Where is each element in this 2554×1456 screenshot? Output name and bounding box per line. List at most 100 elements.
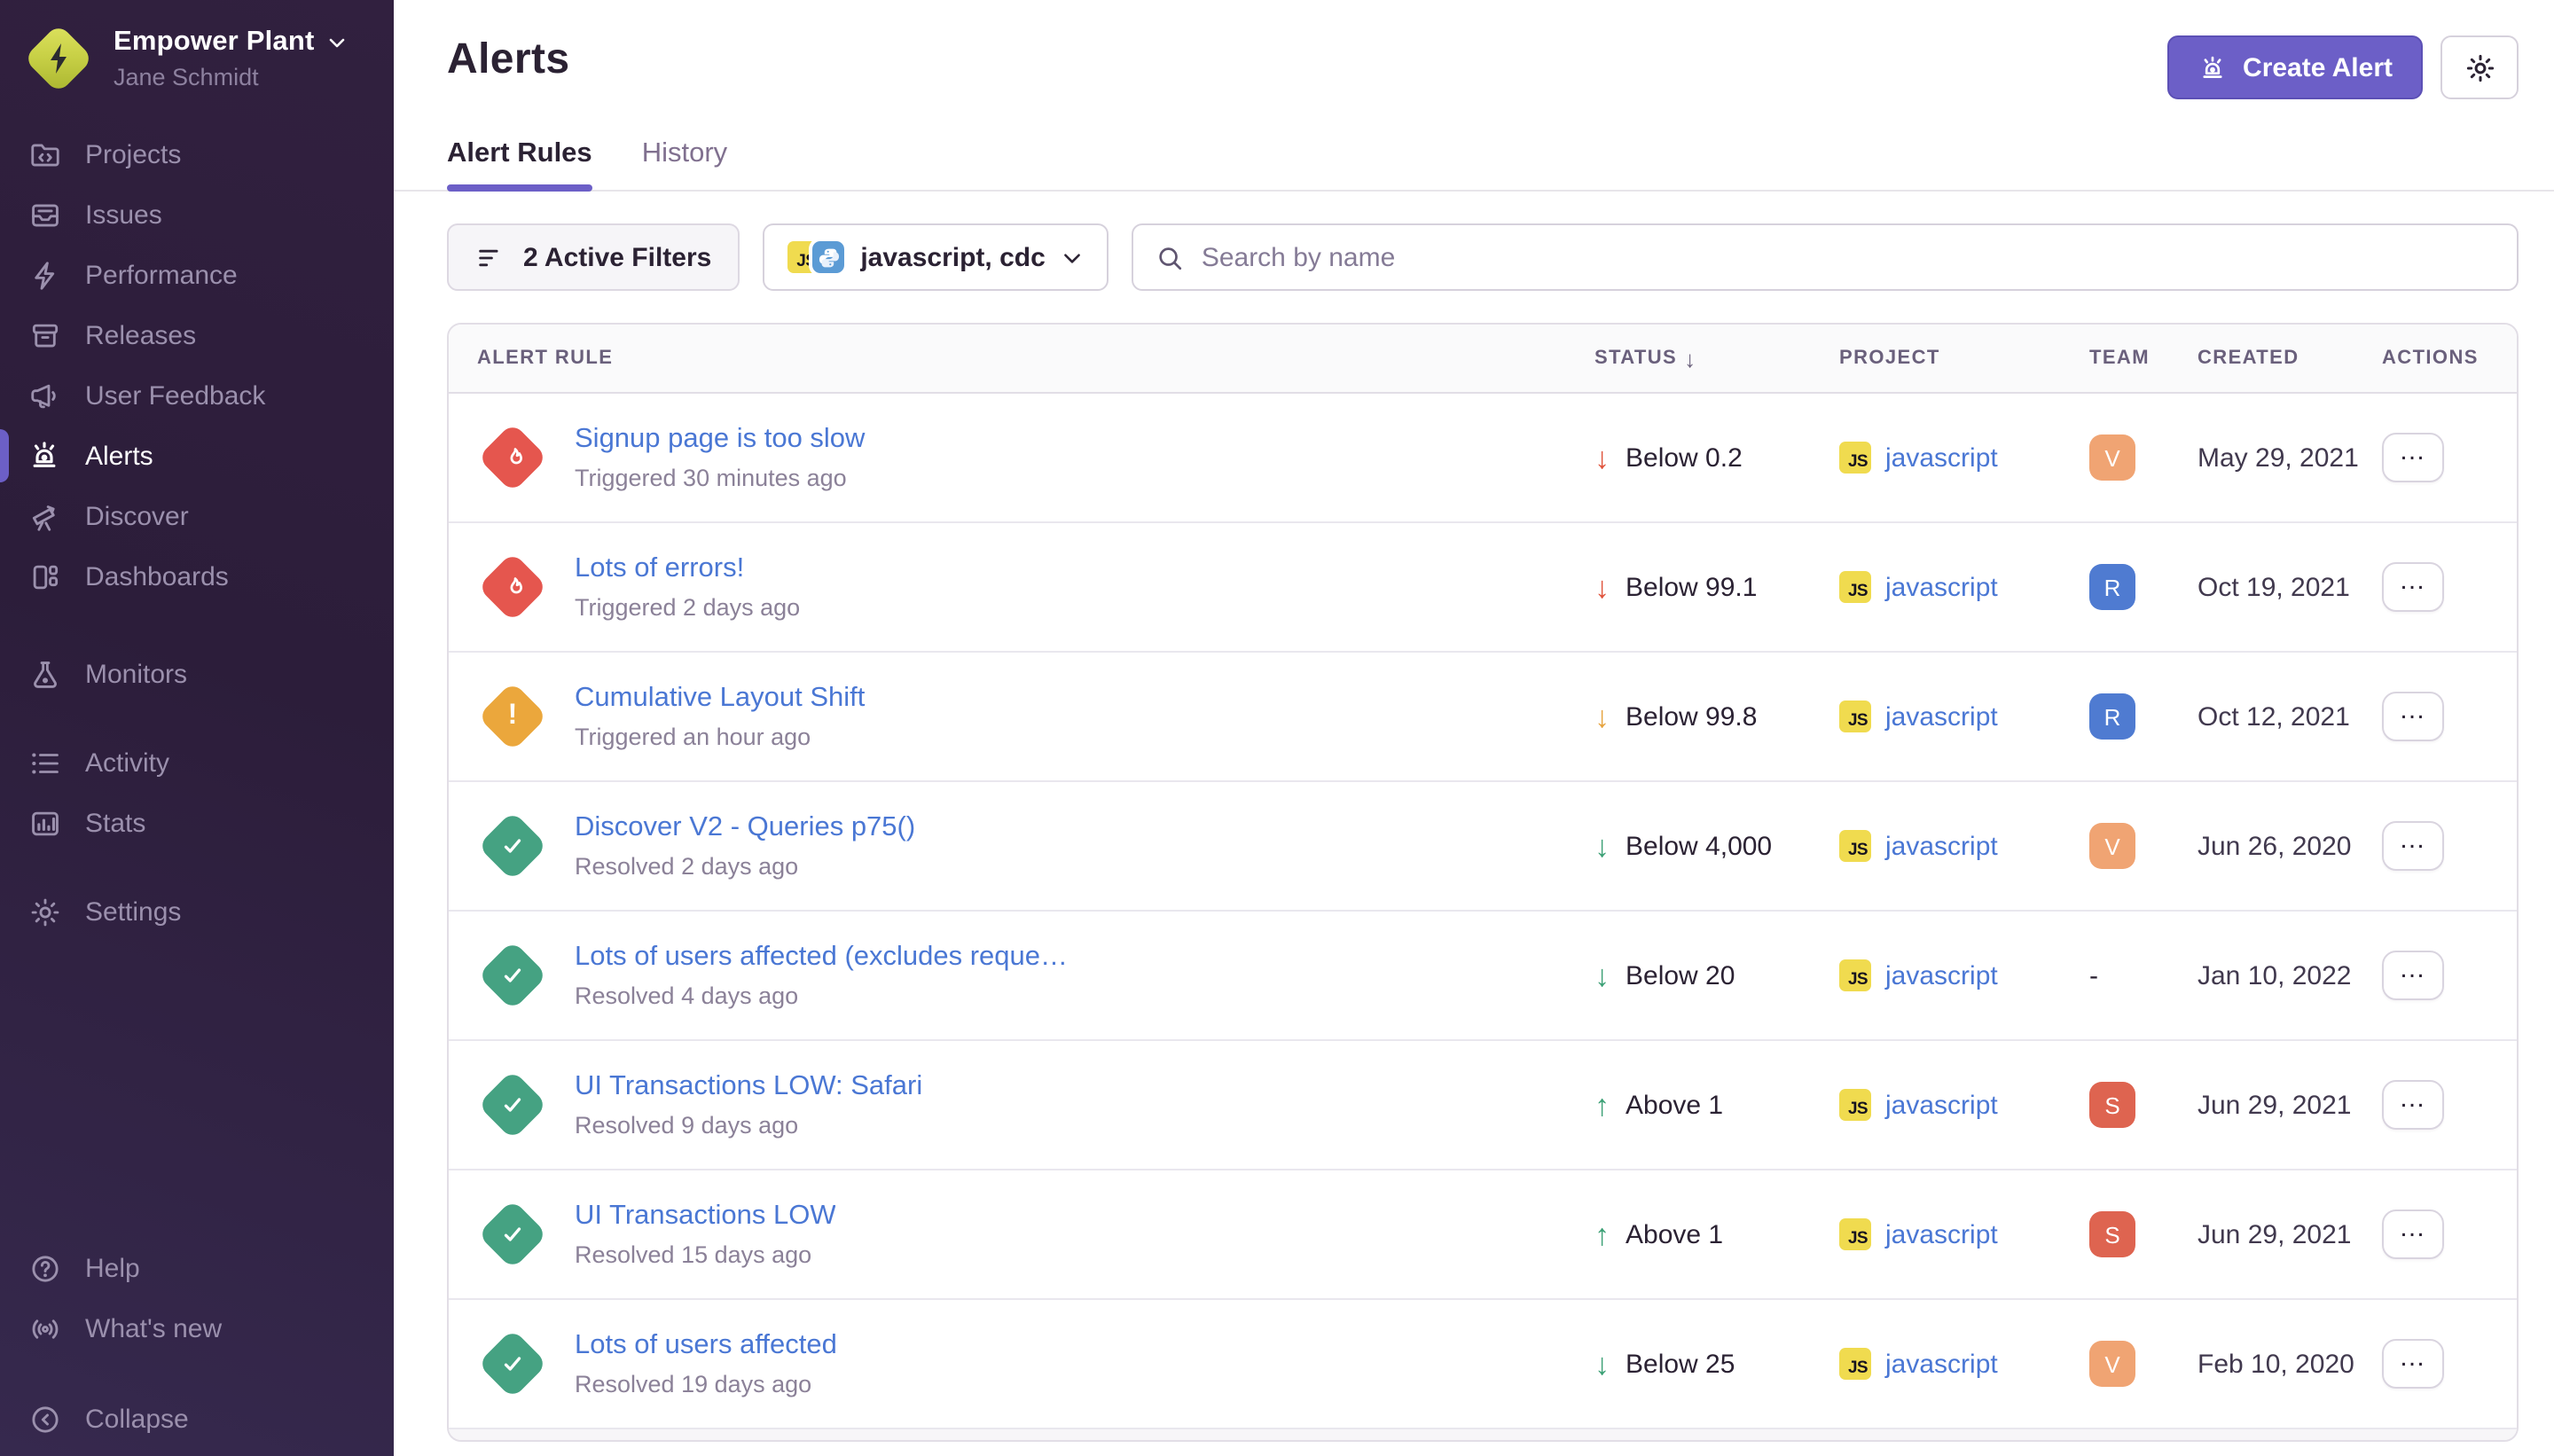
row-actions-button[interactable]: … bbox=[2382, 1339, 2444, 1389]
issues-icon bbox=[27, 197, 62, 232]
project-cell: JS javascript bbox=[1839, 1089, 2089, 1121]
gear-icon bbox=[2463, 51, 2496, 84]
status-cell: ↓ Below 20 bbox=[1594, 960, 1839, 990]
alert-rule-link[interactable]: UI Transactions LOW bbox=[575, 1201, 836, 1233]
search-input[interactable] bbox=[1202, 242, 2495, 272]
status-value: Below 0.2 bbox=[1626, 442, 1743, 473]
row-actions-button[interactable]: … bbox=[2382, 562, 2444, 612]
chevron-down-icon bbox=[1062, 246, 1085, 269]
status-value: Below 20 bbox=[1626, 960, 1735, 990]
project-cell: JS javascript bbox=[1839, 571, 2089, 603]
projects-icon bbox=[27, 137, 62, 172]
javascript-icon: JS bbox=[1839, 442, 1871, 474]
project-link[interactable]: javascript bbox=[1885, 960, 1998, 990]
check-icon bbox=[497, 1089, 529, 1121]
org-user: Jane Schmidt bbox=[114, 64, 349, 90]
table-body: ! Signup page is too slow Triggered 30 m… bbox=[449, 394, 2517, 1429]
tab-history[interactable]: History bbox=[642, 138, 727, 190]
chevron-down-icon bbox=[327, 32, 349, 53]
status-value: Below 25 bbox=[1626, 1349, 1735, 1379]
created-date: Feb 10, 2020 bbox=[2198, 1349, 2382, 1379]
project-link[interactable]: javascript bbox=[1885, 831, 1998, 861]
project-link[interactable]: javascript bbox=[1885, 1349, 1998, 1379]
flame-icon bbox=[497, 442, 528, 473]
tabs: Alert Rules History bbox=[394, 138, 2554, 192]
sidebar-item-help[interactable]: Help bbox=[0, 1238, 394, 1298]
help-icon bbox=[27, 1250, 62, 1286]
team-avatar: R bbox=[2089, 693, 2135, 740]
row-actions-button[interactable]: … bbox=[2382, 433, 2444, 482]
alert-severity-icon: ! bbox=[477, 1328, 548, 1399]
sidebar-item-settings[interactable]: Settings bbox=[0, 881, 394, 942]
project-link[interactable]: javascript bbox=[1885, 442, 1998, 473]
filter-lines-icon bbox=[475, 242, 505, 272]
row-actions-button[interactable]: … bbox=[2382, 821, 2444, 871]
sidebar-item-activity[interactable]: Activity bbox=[0, 732, 394, 793]
javascript-icon: JS bbox=[1839, 701, 1871, 732]
tab-alert-rules[interactable]: Alert Rules bbox=[447, 138, 592, 190]
row-actions-button[interactable]: … bbox=[2382, 951, 2444, 1000]
app: Empower Plant Jane Schmidt Projects Issu… bbox=[0, 0, 2554, 1456]
alerts-settings-button[interactable] bbox=[2440, 35, 2519, 99]
siren-icon bbox=[2197, 52, 2227, 82]
sidebar-item-issues[interactable]: Issues bbox=[0, 184, 394, 245]
org-switcher[interactable]: Empower Plant Jane Schmidt bbox=[0, 0, 394, 110]
dashboards-icon bbox=[27, 559, 62, 594]
sidebar-item-whats-new[interactable]: What's new bbox=[0, 1298, 394, 1358]
team-avatar: S bbox=[2089, 1211, 2135, 1257]
project-link[interactable]: javascript bbox=[1885, 701, 1998, 732]
team-cell: V bbox=[2089, 1341, 2198, 1387]
project-cell: JS javascript bbox=[1839, 1218, 2089, 1250]
trend-arrow-icon: ↓ bbox=[1594, 831, 1610, 861]
row-actions-button[interactable]: … bbox=[2382, 1080, 2444, 1130]
alert-rule-link[interactable]: UI Transactions LOW: Safari bbox=[575, 1071, 922, 1103]
active-filters-button[interactable]: 2 Active Filters bbox=[447, 223, 740, 291]
check-icon bbox=[497, 1218, 529, 1250]
javascript-icon: JS bbox=[1839, 830, 1871, 862]
org-logo bbox=[25, 25, 92, 92]
project-link[interactable]: javascript bbox=[1885, 1219, 1998, 1249]
sidebar-item-user-feedback[interactable]: User Feedback bbox=[0, 365, 394, 426]
create-alert-button[interactable]: Create Alert bbox=[2166, 35, 2423, 99]
sidebar-item-dashboards[interactable]: Dashboards bbox=[0, 546, 394, 607]
row-actions-button[interactable]: … bbox=[2382, 692, 2444, 741]
row-actions-button[interactable]: … bbox=[2382, 1209, 2444, 1259]
team-avatar: V bbox=[2089, 823, 2135, 869]
team-cell: S bbox=[2089, 1082, 2198, 1128]
sidebar-item-collapse[interactable]: Collapse bbox=[0, 1389, 394, 1449]
col-team: Team bbox=[2089, 348, 2198, 369]
trend-arrow-icon: ↑ bbox=[1594, 1219, 1610, 1249]
trend-arrow-icon: ↓ bbox=[1594, 572, 1610, 602]
alert-rule-link[interactable]: Lots of errors! bbox=[575, 553, 800, 585]
alert-severity-icon: ! bbox=[477, 1199, 548, 1270]
alert-rule-link[interactable]: Lots of users affected (excludes reque… bbox=[575, 942, 1068, 974]
activity-list-icon bbox=[27, 745, 62, 780]
alert-severity-icon: ! bbox=[477, 810, 548, 881]
project-cell: JS javascript bbox=[1839, 830, 2089, 862]
alert-rule-link[interactable]: Lots of users affected bbox=[575, 1330, 837, 1362]
alert-rule-link[interactable]: Discover V2 - Queries p75() bbox=[575, 812, 915, 844]
alert-severity-icon: ! bbox=[477, 422, 548, 493]
project-selector[interactable]: JS javascript, cdc bbox=[763, 223, 1109, 291]
sidebar-item-discover[interactable]: Discover bbox=[0, 486, 394, 546]
status-value: Below 99.8 bbox=[1626, 701, 1757, 732]
trend-arrow-icon: ↓ bbox=[1594, 1349, 1610, 1379]
team-cell: S bbox=[2089, 1211, 2198, 1257]
table-row: ! Signup page is too slow Triggered 30 m… bbox=[449, 394, 2517, 523]
sidebar-item-projects[interactable]: Projects bbox=[0, 124, 394, 184]
created-date: Jan 10, 2022 bbox=[2198, 960, 2382, 990]
alert-rules-table: Alert Rule Status↓ Project Team Created … bbox=[447, 323, 2519, 1442]
sidebar-item-monitors[interactable]: Monitors bbox=[0, 644, 394, 704]
col-status[interactable]: Status↓ bbox=[1594, 345, 1839, 372]
sidebar-item-performance[interactable]: Performance bbox=[0, 245, 394, 305]
alert-rule-subtext: Triggered 30 minutes ago bbox=[575, 465, 865, 491]
sidebar-item-alerts[interactable]: Alerts bbox=[0, 426, 394, 486]
alert-rule-link[interactable]: Cumulative Layout Shift bbox=[575, 683, 865, 715]
sidebar-item-releases[interactable]: Releases bbox=[0, 305, 394, 365]
alert-rule-link[interactable]: Signup page is too slow bbox=[575, 424, 865, 456]
sidebar-item-stats[interactable]: Stats bbox=[0, 793, 394, 853]
project-link[interactable]: javascript bbox=[1885, 1090, 1998, 1120]
check-icon bbox=[497, 959, 529, 991]
project-link[interactable]: javascript bbox=[1885, 572, 1998, 602]
trend-arrow-icon: ↑ bbox=[1594, 1090, 1610, 1120]
